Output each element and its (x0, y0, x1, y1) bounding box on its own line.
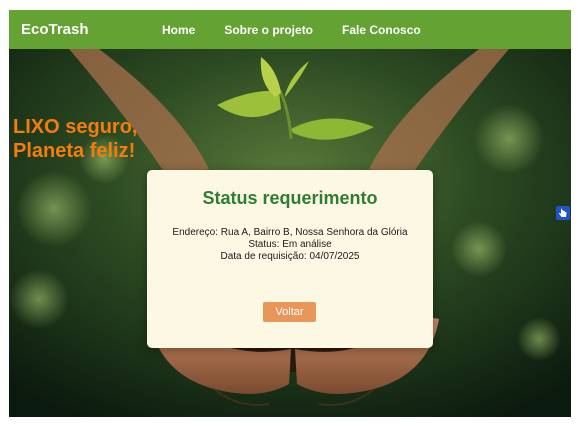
slogan-line-1: LIXO seguro, (13, 116, 138, 138)
status-text: Status: Em análise (248, 239, 332, 250)
status-card: Status requerimento Endereço: Rua A, Bai… (147, 170, 433, 348)
hero-section: LIXO seguro, Planeta feliz! Status reque… (9, 49, 571, 417)
app-frame: EcoTrash Home Sobre o projeto Fale Conos… (9, 10, 571, 417)
request-info: Endereço: Rua A, Bairro B, Nossa Senhora… (147, 227, 433, 263)
navbar: EcoTrash Home Sobre o projeto Fale Conos… (9, 10, 571, 49)
nav-link-home[interactable]: Home (162, 23, 195, 37)
hand-pointer-icon (559, 208, 567, 217)
slogan-line-2: Planeta feliz! (13, 140, 136, 162)
back-button[interactable]: Voltar (263, 302, 316, 322)
hero-slogan: LIXO seguro, Planeta feliz! (13, 115, 137, 163)
request-date-text: Data de requisição: 04/07/2025 (220, 251, 360, 262)
nav-link-about[interactable]: Sobre o projeto (224, 23, 313, 37)
card-title: Status requerimento (202, 188, 378, 208)
address-text: Endereço: Rua A, Bairro B, Nossa Senhora… (172, 227, 408, 238)
accessibility-widget-button[interactable] (556, 206, 570, 220)
nav-link-contact[interactable]: Fale Conosco (342, 23, 421, 37)
brand-logo[interactable]: EcoTrash (21, 21, 162, 38)
